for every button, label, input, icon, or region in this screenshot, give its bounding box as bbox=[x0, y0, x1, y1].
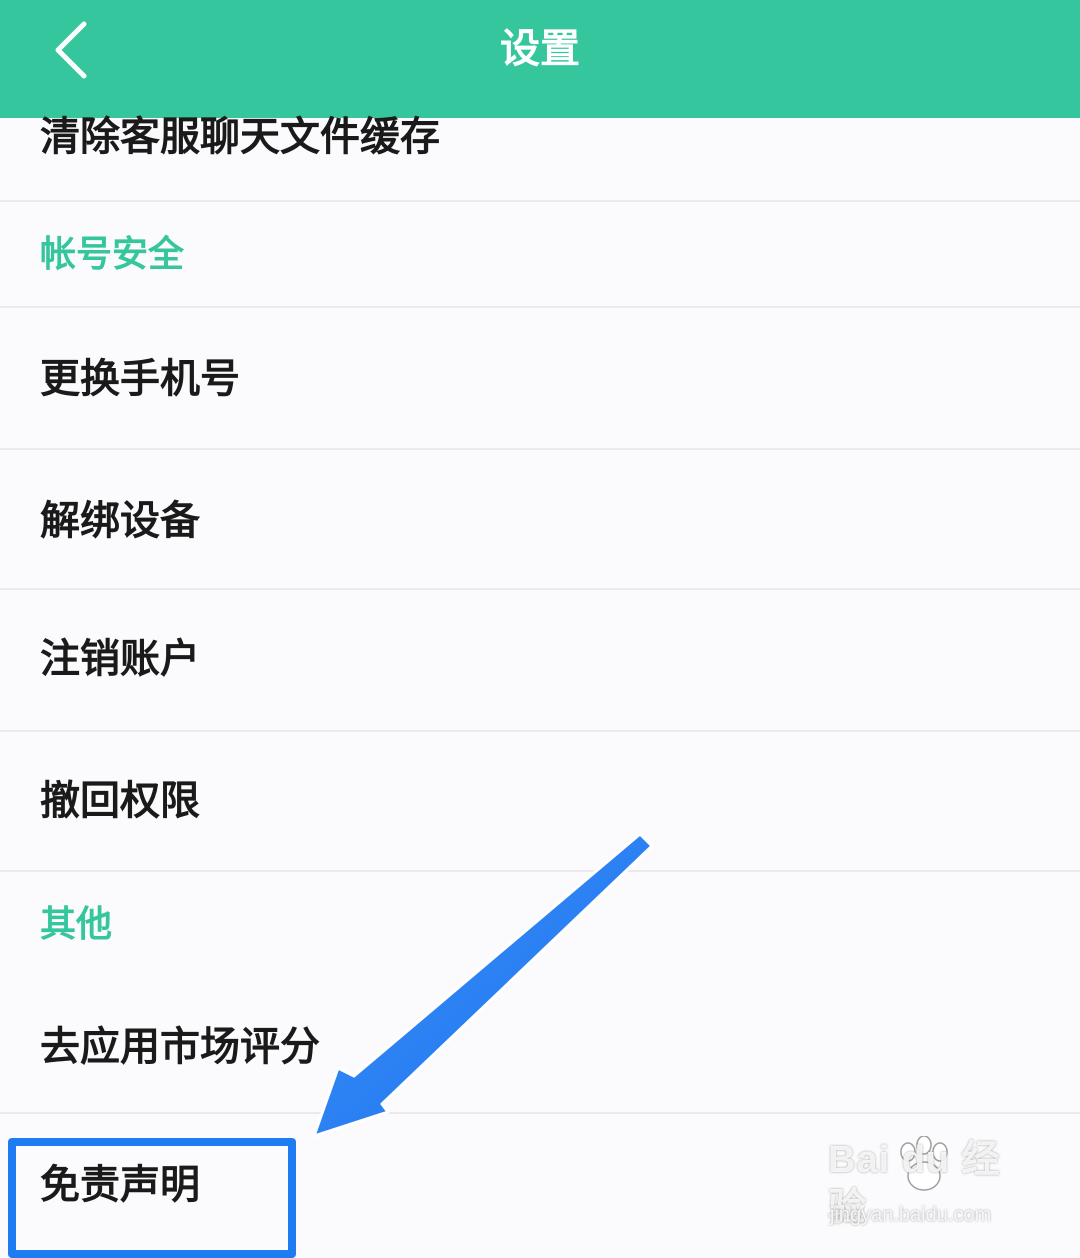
highlight-box bbox=[8, 1138, 296, 1258]
watermark-url: jingyan.baidu.com bbox=[830, 1204, 992, 1226]
settings-item-label: 更换手机号 bbox=[40, 356, 240, 402]
section-header-other: 其他 bbox=[0, 872, 1080, 976]
settings-item-unbind-device[interactable]: 解绑设备 bbox=[0, 450, 1080, 590]
baidu-watermark: Bai du 经验 jingyan.baidu.com bbox=[828, 1136, 1028, 1232]
settings-item-clear-chat-cache[interactable]: 清除客服聊天文件缓存 bbox=[0, 114, 1080, 202]
page-title: 设置 bbox=[500, 26, 580, 72]
settings-item-rate-app[interactable]: 去应用市场评分 bbox=[0, 976, 1080, 1114]
settings-item-revoke-permissions[interactable]: 撤回权限 bbox=[0, 732, 1080, 872]
section-label: 帐号安全 bbox=[40, 234, 185, 275]
top-bar: 设置 bbox=[0, 0, 1080, 118]
settings-item-change-phone[interactable]: 更换手机号 bbox=[0, 308, 1080, 450]
settings-item-label: 解绑设备 bbox=[40, 498, 200, 544]
settings-item-label: 撤回权限 bbox=[40, 778, 200, 824]
settings-item-label: 去应用市场评分 bbox=[40, 1024, 320, 1070]
section-header-account-security: 帐号安全 bbox=[0, 202, 1080, 308]
settings-item-cancel-account[interactable]: 注销账户 bbox=[0, 590, 1080, 732]
settings-item-label: 清除客服聊天文件缓存 bbox=[40, 114, 440, 160]
settings-item-label: 注销账户 bbox=[40, 636, 200, 682]
section-label: 其他 bbox=[40, 904, 113, 945]
